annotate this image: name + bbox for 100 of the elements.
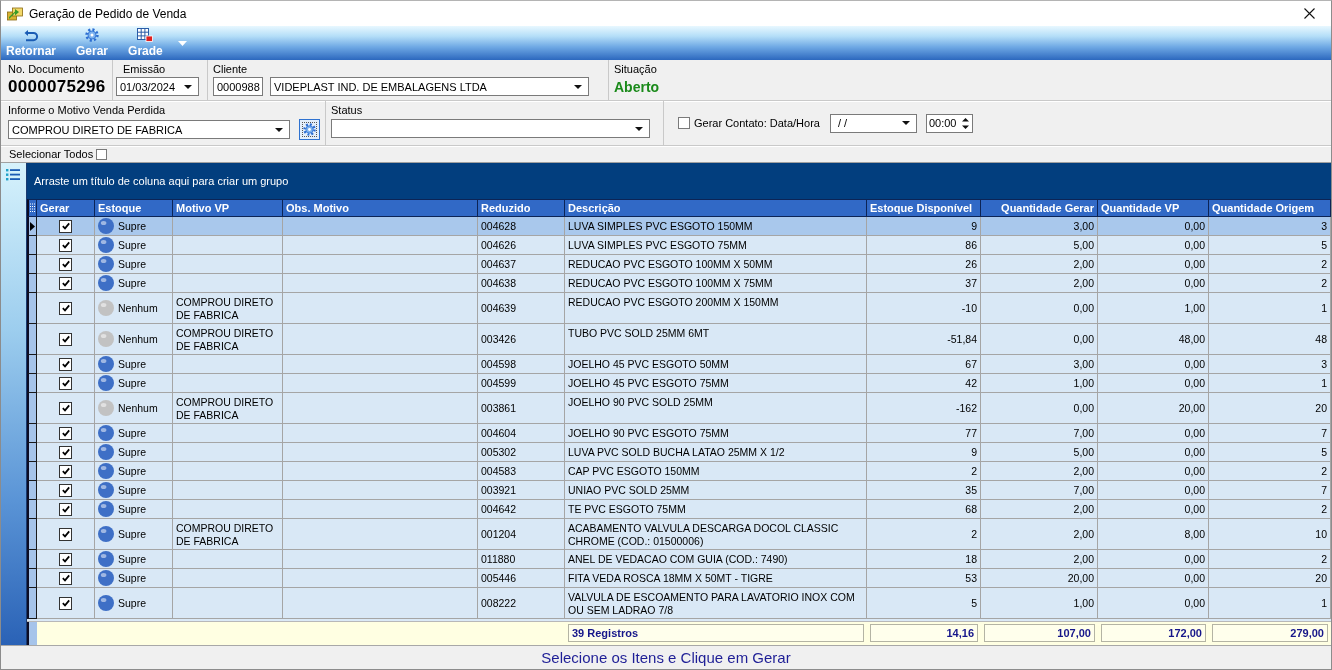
row-header[interactable] [27,550,37,569]
table-row[interactable]: Supre COMPROU DIRETO DE FABRICA 001204 ACABAMENTO VALVULA DESCARGA DOCOL CLASSIC CHROME (COD.: 01500006) 2 2,00 8,00 10 [27,519,1331,550]
row-header[interactable] [27,588,37,619]
reason-dropdown[interactable]: COMPROU DIRETO DE FABRICA [8,120,290,139]
table-row[interactable]: Nenhum COMPROU DIRETO DE FABRICA 003861 JOELHO 90 PVC SOLD 25MM -162 0,00 20,00 20 [27,393,1331,424]
table-row[interactable]: Supre 004638 REDUCAO PVC ESGOTO 100MM X 75MM 37 2,00 0,00 2 [27,274,1331,293]
stock-status-text: Supre [118,426,147,440]
column-chooser-button[interactable] [27,199,37,217]
checkbox[interactable] [59,483,72,497]
row-header[interactable] [27,500,37,519]
summary-cell: 14,16 [870,624,978,642]
column-header[interactable]: Quantidade VP [1098,199,1209,217]
list-icon[interactable] [6,169,20,181]
summary-cell: 107,00 [984,624,1095,642]
field-label: No. Documento [8,63,86,76]
checkmark-icon [61,486,70,494]
row-header[interactable] [27,355,37,374]
row-header[interactable] [27,236,37,255]
column-header[interactable]: Gerar [37,199,95,217]
table-row[interactable]: Supre 004598 JOELHO 45 PVC ESGOTO 50MM 67 3,00 0,00 3 [27,355,1331,374]
table-row[interactable]: Supre 004583 CAP PVC ESGOTO 150MM 2 2,00 0,00 2 [27,462,1331,481]
stock-status-text: Supre [118,483,147,497]
checkbox[interactable] [59,426,72,440]
checkbox[interactable] [59,276,72,290]
checkbox-label: Selecionar Todos [9,147,94,161]
checkbox[interactable] [59,357,72,371]
row-header[interactable] [27,274,37,293]
field-label: Emissão [122,63,167,76]
table-cell: 1 [1209,588,1331,619]
row-header[interactable] [27,424,37,443]
column-header[interactable]: Obs. Motivo [283,199,478,217]
table-cell: 0,00 [1098,588,1209,619]
status-dropdown[interactable] [331,119,650,138]
stock-status-text: Nenhum [118,401,158,415]
checkbox[interactable] [59,445,72,459]
column-header[interactable]: Quantidade Origem [1209,199,1331,217]
checkbox[interactable] [59,571,72,585]
checkbox[interactable] [59,552,72,566]
stock-status-text: Supre [118,445,147,459]
table-cell: 008222 [478,588,565,619]
checkmark-icon [61,335,70,343]
summary-cell: 172,00 [1101,624,1206,642]
checkbox[interactable] [59,596,72,610]
stock-status-text: Supre [118,571,147,585]
window-title: Geração de Pedido de Venda [29,6,187,21]
checkmark-icon [61,505,70,513]
table-row[interactable]: Nenhum COMPROU DIRETO DE FABRICA 004639 REDUCAO PVC ESGOTO 200MM X 150MM -10 0,00 1,00 1 [27,293,1331,324]
checkbox[interactable] [59,332,72,346]
spin-arrows-icon[interactable] [961,116,969,130]
row-header[interactable] [27,374,37,393]
checkbox[interactable] [59,219,72,233]
checkmark-icon [61,260,70,268]
table-row[interactable]: Supre 008222 VALVULA DE ESCOAMENTO PARA LAVATORIO INOX COM OU SEM LADRAO 7/8 5 1,00 0,00 1 [27,588,1331,619]
table-row[interactable]: Supre 004642 TE PVC ESGOTO 75MM 68 2,00 0,00 2 [27,500,1331,519]
checkbox[interactable] [59,238,72,252]
row-header[interactable] [27,481,37,500]
table-row[interactable]: Supre 005302 LUVA PVC SOLD BUCHA LATAO 25MM X 1/2 9 5,00 0,00 5 [27,443,1331,462]
row-header[interactable] [27,255,37,274]
checkbox[interactable] [59,257,72,271]
checkbox[interactable] [59,527,72,541]
date-field[interactable]: 01/03/2024 [116,77,199,96]
table-row[interactable]: Supre 004637 REDUCAO PVC ESGOTO 100MM X 50MM 26 2,00 0,00 2 [27,255,1331,274]
row-header[interactable] [27,519,37,550]
table-row[interactable]: Supre 005446 FITA VEDA ROSCA 18MM X 50MT - TIGRE 53 20,00 0,00 20 [27,569,1331,588]
table-row[interactable]: Supre 004626 LUVA SIMPLES PVC ESGOTO 75MM 86 5,00 0,00 5 [27,236,1331,255]
settings-button[interactable] [299,119,320,140]
client-code-field[interactable]: 0000988 [213,77,263,96]
checkbox[interactable] [59,464,72,478]
close-icon [1303,8,1315,19]
checkbox[interactable] [678,117,690,129]
table-row[interactable]: Nenhum COMPROU DIRETO DE FABRICA 003426 TUBO PVC SOLD 25MM 6MT -51,84 0,00 48,00 48 [27,324,1331,355]
table-row[interactable]: Supre 011880 ANEL DE VEDACAO COM GUIA (COD.: 7490) 18 2,00 0,00 2 [27,550,1331,569]
client-dropdown[interactable]: VIDEPLAST IND. DE EMBALAGENS LTDA [270,77,589,96]
checkbox[interactable] [59,401,72,415]
row-header[interactable] [27,569,37,588]
contact-date-field[interactable]: / / [829,113,917,133]
row-header[interactable] [27,293,37,324]
table-row[interactable]: Supre 004604 JOELHO 90 PVC ESGOTO 75MM 77 7,00 0,00 7 [27,424,1331,443]
checkbox[interactable] [59,301,72,315]
status-message: Selecione os Itens e Clique em Gerar [541,649,791,666]
checkbox[interactable] [59,502,72,516]
checkbox[interactable] [59,376,72,390]
row-header[interactable] [27,324,37,355]
table-row[interactable]: Supre 004628 LUVA SIMPLES PVC ESGOTO 150MM 9 3,00 0,00 3 [27,217,1331,236]
column-header[interactable]: Reduzido [478,199,565,217]
column-header[interactable]: Quantidade Gerar [981,199,1098,217]
table-row[interactable]: Supre 004599 JOELHO 45 PVC ESGOTO 75MM 42 1,00 0,00 1 [27,374,1331,393]
row-header[interactable] [27,393,37,424]
table-row[interactable]: Supre 003921 UNIAO PVC SOLD 25MM 35 7,00 0,00 7 [27,481,1331,500]
row-header[interactable] [27,462,37,481]
column-header[interactable]: Motivo VP [173,199,283,217]
column-header[interactable]: Estoque [95,199,173,217]
checkbox[interactable] [96,148,108,160]
stock-status-text: Supre [118,238,147,252]
time-field[interactable]: 00:00 [925,113,973,133]
column-header[interactable]: Estoque Disponível [867,199,981,217]
table-cell: 1,00 [981,588,1098,619]
row-header[interactable] [27,443,37,462]
column-header[interactable]: Descrição [565,199,867,217]
table-cell: 5 [867,588,981,619]
